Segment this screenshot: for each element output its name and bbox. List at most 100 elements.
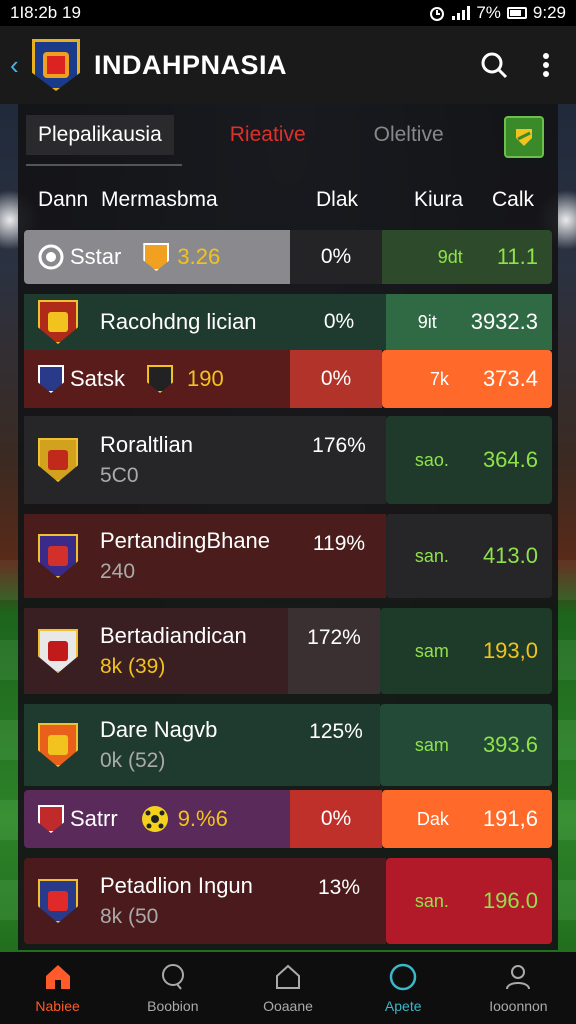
search-icon [481,52,508,79]
table-row[interactable]: Petadlion Ingun 8k (50 13% san. 196.0 [24,858,552,944]
row-score-label: san. [414,545,449,566]
search-bubble-icon [161,964,184,990]
tab-oleltive[interactable]: Oleltive [362,115,456,155]
nav-label: Boobion [147,998,199,1014]
row-extra-value: 3.26 [177,244,221,269]
row-score-label: Dak [416,808,449,829]
row-percent-cell: 0% [290,230,382,284]
row-percent: 13% [317,876,361,899]
search-button[interactable] [474,45,514,85]
row-score-label: 9it [417,311,437,332]
tab-rieative[interactable]: Rieative [203,95,458,155]
row-score-value: 413.0 [482,543,538,568]
status-time-left: 1I8:2b 19 [10,3,81,22]
tab-bar: Plepalikausia Rieative Oleltive [18,95,558,166]
table-row[interactable]: Roraltlian 5C0 176% sao. 364.6 [24,416,552,504]
team-crest-icon [38,629,78,673]
battery-icon [506,7,527,19]
more-options-button[interactable] [526,45,566,85]
target-icon [38,244,64,270]
team-crest-icon [147,365,174,393]
row-team-cell: Satsk 190 [24,350,290,408]
row-score-cell: 9dt 11.1 [382,230,552,284]
column-header: Mermasbma [101,188,218,211]
shield-icon [516,129,532,146]
row-score-label: 9dt [437,246,463,267]
row-percent: 119% [312,532,366,555]
row-team-name: Satsk [70,366,126,391]
app-bar: ‹ INDAHPNASIA [0,26,576,104]
row-score-cell: 9it 3932.3 [386,294,552,350]
team-crest-icon [38,300,78,344]
football-icon [141,806,168,832]
row-percent: 125% [309,720,363,743]
standings-panel: Plepalikausia Rieative Oleltive Dann Mer… [18,95,558,950]
row-team-name: Racohdng lician [100,309,257,334]
column-header: Calk [492,188,535,211]
row-percent: 0% [320,245,352,268]
row-percent-cell: 13% [292,858,386,944]
row-team-cell: Sstar 3.26 [24,230,290,284]
row-team-cell: Satrr 9.%6 [24,790,290,848]
table-row[interactable]: Sstar 3.26 0% 9dt 11.1 [24,230,552,284]
team-crest-icon [38,879,78,923]
nav-item-house[interactable]: Ooaane [230,952,345,1024]
table-header: Dann Mermasbma Dlak Kiura Calk [18,166,558,234]
row-percent: 0% [320,807,352,830]
nav-item-search[interactable]: Boobion [115,952,230,1024]
column-header: Dlak [316,188,359,211]
nav-label: Apete [384,998,422,1014]
signal-icon [452,6,471,20]
team-crest-icon [38,534,78,578]
row-score-cell: Dak 191,6 [382,790,552,848]
row-team-name: Satrr [70,806,118,831]
row-percent-cell: 119% [292,514,386,598]
row-score-value: 3932.3 [470,309,538,334]
team-crest-icon [38,438,78,482]
row-team-sub: 240 [100,560,136,583]
row-score-value: 373.4 [482,366,538,391]
row-percent: 172% [307,626,361,649]
row-team-name: Roraltlian [100,432,193,457]
table-row[interactable]: Dare Nagvb 0k (52) 125% sam 393.6 [24,704,552,786]
row-team-name: Sstar [70,244,122,269]
house-outline-icon [276,964,300,989]
circle-icon [389,963,417,991]
row-team-sub: 8k (39) [100,655,166,678]
row-team-sub: 8k (50 [100,905,159,928]
more-vertical-icon [543,53,549,77]
row-percent: 176% [312,434,366,457]
row-extra-value: 9.%6 [177,806,228,831]
table-row[interactable]: PertandingBhane 240 119% san. 413.0 [24,514,552,598]
row-score-cell: 7k 373.4 [382,350,552,408]
nav-item-circle[interactable]: Apete [346,952,461,1024]
shield-button[interactable] [504,116,544,158]
row-team-name: Bertadiandican [100,623,247,648]
row-percent-cell: 0% [290,790,382,848]
row-score-label: sam [414,734,449,755]
table-row[interactable]: Satrr 9.%6 0% Dak 191,6 [24,790,552,848]
row-score-value: 393.6 [482,732,538,757]
row-score-cell: sam 393.6 [380,704,552,786]
team-crest-icon [38,365,64,393]
nav-label: Iooonnon [489,998,548,1014]
row-score-cell: san. 413.0 [386,514,552,598]
column-header: Dann [38,188,89,211]
row-percent-cell: 176% [292,416,386,504]
table-row[interactable]: Satsk 190 0% 7k 373.4 [24,350,552,408]
nav-item-home[interactable]: Nabiee [0,952,115,1024]
row-team-cell: Roraltlian 5C0 [24,416,292,504]
tab-plepalikausia[interactable]: Plepalikausia [26,115,174,155]
alarm-icon [430,7,445,21]
back-chevron-icon[interactable]: ‹ [10,50,28,81]
table-row[interactable]: Racohdng lician 0% 9it 3932.3 [24,294,552,350]
nav-item-profile[interactable]: Iooonnon [461,952,576,1024]
team-crest-icon [38,805,64,833]
row-team-name: Dare Nagvb [100,717,218,742]
row-team-cell: Petadlion Ingun 8k (50 [24,858,292,944]
row-team-sub: 5C0 [100,464,139,487]
row-percent: 0% [320,367,352,390]
table-row[interactable]: Bertadiandican 8k (39) 172% sam 193,0 [24,608,552,694]
row-extra-value: 190 [187,366,224,391]
row-team-cell: Racohdng lician [24,294,292,350]
